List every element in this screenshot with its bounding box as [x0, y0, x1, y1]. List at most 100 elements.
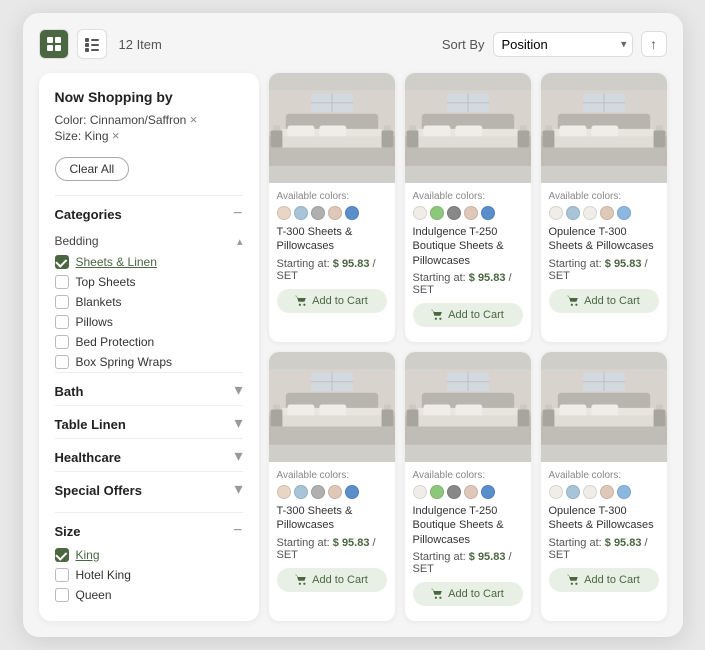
bedding-filter-item-4[interactable]: Bed Protection: [55, 332, 243, 352]
active-filter-color: Color: Cinnamon/Saffron ×: [55, 113, 243, 127]
size-section-header[interactable]: Size −: [55, 512, 243, 545]
sidebar-title: Now Shopping by: [55, 89, 243, 105]
bedding-filter-item-1[interactable]: Top Sheets: [55, 272, 243, 292]
product-price: Starting at: $ 95.83 / SET: [549, 258, 659, 282]
cart-icon: [431, 309, 443, 321]
bedding-subsection-header[interactable]: Bedding ▴: [55, 228, 243, 252]
color-swatch[interactable]: [413, 206, 427, 220]
color-swatch[interactable]: [464, 485, 478, 499]
color-swatch[interactable]: [294, 206, 308, 220]
color-swatch[interactable]: [311, 206, 325, 220]
bedding-filter-item-2[interactable]: Blankets: [55, 292, 243, 312]
color-swatch[interactable]: [294, 485, 308, 499]
color-swatch[interactable]: [549, 206, 563, 220]
color-swatches: [413, 206, 523, 220]
color-swatch[interactable]: [328, 206, 342, 220]
table-linen-section-header[interactable]: Table Linen ▾: [55, 405, 243, 438]
color-swatch[interactable]: [447, 206, 461, 220]
list-view-button[interactable]: [77, 29, 107, 59]
product-card: Available colors: Opulence T-300 Sheets …: [541, 352, 667, 621]
special-offers-section-header[interactable]: Special Offers ▾: [55, 471, 243, 504]
size-filter-item-2[interactable]: Queen: [55, 585, 243, 605]
product-image: [405, 352, 531, 462]
color-swatch[interactable]: [600, 485, 614, 499]
color-swatch[interactable]: [600, 206, 614, 220]
color-swatch[interactable]: [430, 206, 444, 220]
bed-protection-checkbox[interactable]: [55, 335, 69, 349]
remove-color-filter[interactable]: ×: [190, 112, 198, 127]
color-swatch[interactable]: [430, 485, 444, 499]
size-filter-item-0[interactable]: King: [55, 545, 243, 565]
hotel-king-checkbox[interactable]: [55, 568, 69, 582]
pillows-checkbox[interactable]: [55, 315, 69, 329]
add-to-cart-button[interactable]: Add to Cart: [277, 289, 387, 313]
color-swatch[interactable]: [345, 485, 359, 499]
available-colors-label: Available colors:: [413, 470, 523, 481]
queen-label: Queen: [76, 588, 112, 602]
top-sheets-checkbox[interactable]: [55, 275, 69, 289]
bedding-filter-item-3[interactable]: Pillows: [55, 312, 243, 332]
bedding-chevron-icon: ▴: [237, 235, 243, 248]
color-swatch[interactable]: [277, 485, 291, 499]
remove-size-filter[interactable]: ×: [112, 128, 120, 143]
table-linen-label: Table Linen: [55, 417, 126, 432]
add-to-cart-button[interactable]: Add to Cart: [277, 568, 387, 592]
add-to-cart-button[interactable]: Add to Cart: [549, 568, 659, 592]
sheets-checkbox[interactable]: [55, 255, 69, 269]
grid-view-button[interactable]: [39, 29, 69, 59]
king-checkbox[interactable]: [55, 548, 69, 562]
blankets-checkbox[interactable]: [55, 295, 69, 309]
product-info: Available colors: Indulgence T-250 Bouti…: [405, 462, 531, 621]
queen-checkbox[interactable]: [55, 588, 69, 602]
product-info: Available colors: T-300 Sheets & Pillowc…: [269, 462, 395, 621]
size-filter-item-1[interactable]: Hotel King: [55, 565, 243, 585]
sheets-linen-link[interactable]: Sheets & Linen: [76, 255, 157, 269]
product-name: Opulence T-300 Sheets & Pillowcases: [549, 225, 659, 254]
add-to-cart-button[interactable]: Add to Cart: [413, 303, 523, 327]
healthcare-section-header[interactable]: Healthcare ▾: [55, 438, 243, 471]
bedding-filter-item-5[interactable]: Box Spring Wraps: [55, 352, 243, 372]
top-bar: 12 Item Sort By Position Price: Low to H…: [39, 29, 667, 59]
color-swatch[interactable]: [549, 485, 563, 499]
table-linen-toggle-icon: ▾: [234, 416, 242, 432]
color-swatch[interactable]: [583, 485, 597, 499]
color-swatch[interactable]: [617, 206, 631, 220]
categories-section-header[interactable]: Categories −: [55, 195, 243, 228]
color-swatch[interactable]: [583, 206, 597, 220]
color-swatch[interactable]: [328, 485, 342, 499]
add-to-cart-button[interactable]: Add to Cart: [549, 289, 659, 313]
color-swatches: [413, 485, 523, 499]
size-label: Size: [55, 524, 81, 539]
color-swatch[interactable]: [413, 485, 427, 499]
product-name: Opulence T-300 Sheets & Pillowcases: [549, 504, 659, 533]
color-swatch[interactable]: [345, 206, 359, 220]
box-spring-checkbox[interactable]: [55, 355, 69, 369]
sort-direction-button[interactable]: ↑: [641, 31, 667, 57]
categories-toggle-icon: −: [233, 206, 242, 222]
product-info: Available colors: Opulence T-300 Sheets …: [541, 462, 667, 621]
color-swatch[interactable]: [311, 485, 325, 499]
color-swatch[interactable]: [617, 485, 631, 499]
product-image: [541, 73, 667, 183]
up-arrow-icon: ↑: [650, 36, 657, 52]
sort-select[interactable]: Position Price: Low to High Price: High …: [493, 32, 633, 57]
color-swatch[interactable]: [481, 206, 495, 220]
product-info: Available colors: Opulence T-300 Sheets …: [541, 183, 667, 342]
product-card: Available colors: T-300 Sheets & Pillowc…: [269, 352, 395, 621]
bath-toggle-icon: ▾: [234, 383, 242, 399]
product-info: Available colors: T-300 Sheets & Pillowc…: [269, 183, 395, 342]
cart-icon: [431, 588, 443, 600]
color-swatch[interactable]: [481, 485, 495, 499]
add-to-cart-button[interactable]: Add to Cart: [413, 582, 523, 606]
bedding-filter-item-0[interactable]: Sheets & Linen: [55, 252, 243, 272]
king-link[interactable]: King: [76, 548, 100, 562]
box-spring-label: Box Spring Wraps: [76, 355, 173, 369]
available-colors-label: Available colors:: [549, 470, 659, 481]
color-swatch[interactable]: [447, 485, 461, 499]
color-swatch[interactable]: [566, 206, 580, 220]
bath-section-header[interactable]: Bath ▾: [55, 372, 243, 405]
clear-all-button[interactable]: Clear All: [55, 157, 130, 181]
color-swatch[interactable]: [277, 206, 291, 220]
color-swatch[interactable]: [464, 206, 478, 220]
color-swatch[interactable]: [566, 485, 580, 499]
